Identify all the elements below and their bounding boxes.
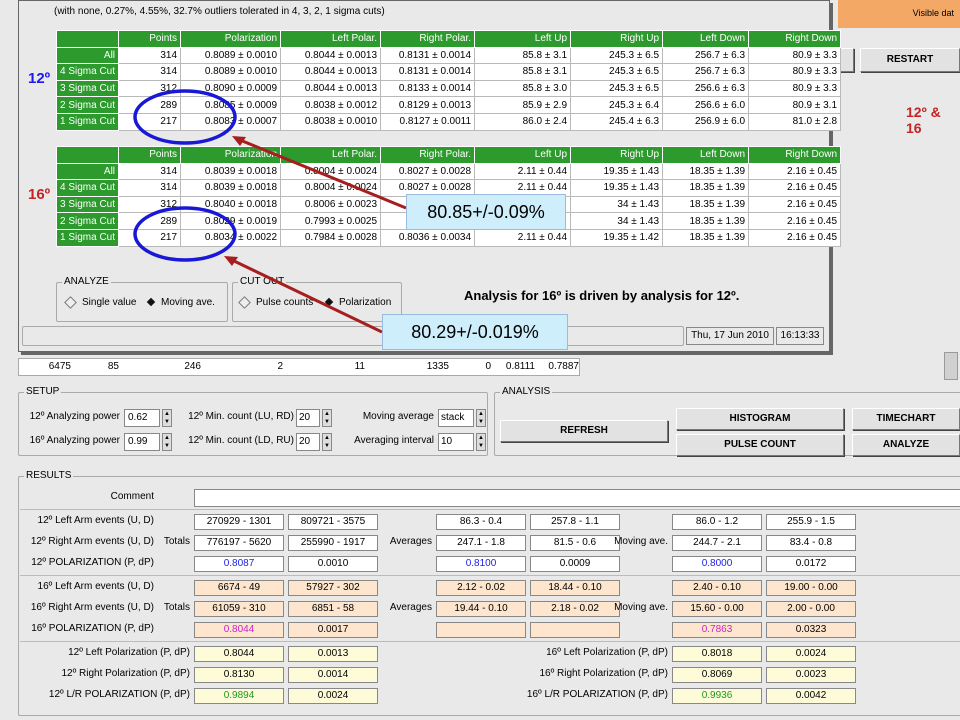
arrow-line-bottom (231, 258, 383, 334)
highlight-ellipse-12 (133, 89, 237, 145)
highlight-ellipse-16 (133, 206, 237, 262)
callout-bottom: 80.29+/-0.019% (382, 314, 568, 350)
arrow-line-top (239, 138, 407, 210)
annotation-overlay (133, 89, 407, 334)
callout-top: 80.85+/-0.09% (406, 194, 566, 230)
